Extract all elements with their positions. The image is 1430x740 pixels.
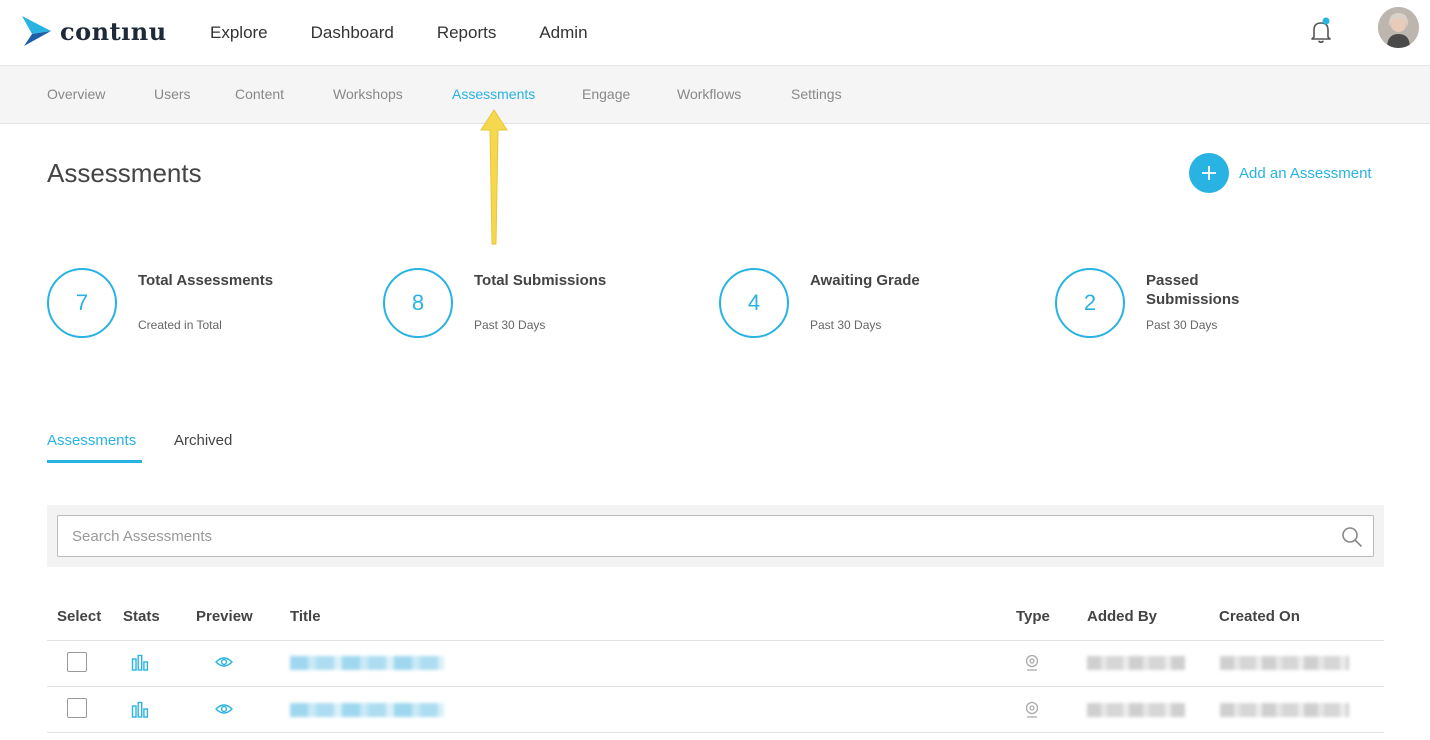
stat-subtitle: Past 30 Days — [474, 318, 546, 332]
table-row — [47, 686, 1384, 732]
bar-chart-icon[interactable] — [131, 701, 149, 719]
assessment-title-link[interactable] — [290, 703, 444, 717]
stat-title: Awaiting Grade — [810, 272, 920, 289]
nav-dashboard[interactable]: Dashboard — [311, 23, 394, 43]
plus-icon[interactable] — [1189, 153, 1229, 193]
search-bar — [47, 505, 1384, 567]
top-bar: contınu Explore Dashboard Reports Admin — [0, 0, 1430, 66]
notification-dot — [1322, 17, 1330, 25]
stat-title: Total Submissions — [474, 272, 607, 289]
webcam-icon — [1025, 654, 1039, 671]
column-header-stats: Stats — [123, 608, 160, 625]
subnav-content[interactable]: Content — [235, 86, 284, 102]
subnav-users[interactable]: Users — [154, 86, 191, 102]
stat-awaiting-grade: 4 Awaiting Grade Past 30 Days — [719, 268, 1019, 340]
column-header-type[interactable]: Type — [1016, 608, 1050, 625]
row-select-checkbox[interactable] — [67, 698, 87, 718]
logo[interactable]: contınu — [20, 14, 167, 48]
nav-reports[interactable]: Reports — [437, 23, 497, 43]
added-by-value — [1087, 703, 1185, 717]
active-tab-indicator — [47, 460, 142, 463]
annotation-arrow-icon — [480, 109, 508, 245]
tab-archived[interactable]: Archived — [174, 432, 232, 449]
webcam-icon — [1025, 701, 1039, 718]
table-row — [47, 640, 1384, 686]
row-select-checkbox[interactable] — [67, 652, 87, 672]
avatar[interactable] — [1378, 7, 1419, 48]
stat-passed-submissions: 2 Passed Submissions Past 30 Days — [1055, 268, 1355, 340]
stat-value: 7 — [47, 268, 117, 338]
created-on-value — [1220, 703, 1349, 717]
column-header-select: Select — [57, 608, 102, 625]
column-header-created-on[interactable]: Created On — [1219, 608, 1300, 625]
page-title: Assessments — [47, 158, 202, 188]
stat-value: 8 — [383, 268, 453, 338]
table-divider — [47, 732, 1384, 733]
stat-total-submissions: 8 Total Submissions Past 30 Days — [383, 268, 683, 340]
tab-assessments[interactable]: Assessments — [47, 432, 136, 449]
stat-title: Passed Submissions — [1146, 272, 1240, 308]
admin-sub-nav: Overview Users Content Workshops Assessm… — [0, 66, 1430, 124]
search-input[interactable] — [57, 515, 1374, 557]
nav-admin[interactable]: Admin — [539, 23, 587, 43]
add-assessment-label[interactable]: Add an Assessment — [1239, 165, 1372, 182]
column-header-preview: Preview — [196, 608, 253, 625]
nav-explore[interactable]: Explore — [210, 23, 268, 43]
stat-value: 4 — [719, 268, 789, 338]
subnav-overview[interactable]: Overview — [47, 86, 105, 102]
main-nav: Explore Dashboard Reports Admin — [210, 0, 631, 66]
subnav-settings[interactable]: Settings — [791, 86, 842, 102]
stat-total-assessments: 7 Total Assessments Created in Total — [47, 268, 347, 340]
logo-arrow-icon — [22, 16, 51, 46]
stat-title: Total Assessments — [138, 272, 274, 289]
assessment-title-link[interactable] — [290, 656, 444, 670]
add-assessment-button[interactable]: Add an Assessment — [1189, 153, 1372, 193]
stat-subtitle: Past 30 Days — [810, 318, 882, 332]
bar-chart-icon[interactable] — [131, 654, 149, 672]
eye-icon[interactable] — [215, 655, 233, 669]
stat-subtitle: Created in Total — [138, 318, 222, 332]
created-on-value — [1220, 656, 1349, 670]
brand-name: contınu — [60, 16, 167, 46]
column-header-added-by[interactable]: Added By — [1087, 608, 1157, 625]
column-header-title[interactable]: Title — [290, 608, 321, 625]
subnav-workshops[interactable]: Workshops — [333, 86, 403, 102]
added-by-value — [1087, 656, 1185, 670]
subnav-engage[interactable]: Engage — [582, 86, 630, 102]
search-icon[interactable] — [1341, 526, 1363, 548]
stat-subtitle: Past 30 Days — [1146, 318, 1218, 332]
notification-bell-icon[interactable] — [1306, 16, 1336, 46]
subnav-assessments[interactable]: Assessments — [452, 86, 535, 102]
eye-icon[interactable] — [215, 702, 233, 716]
stat-value: 2 — [1055, 268, 1125, 338]
subnav-workflows[interactable]: Workflows — [677, 86, 741, 102]
